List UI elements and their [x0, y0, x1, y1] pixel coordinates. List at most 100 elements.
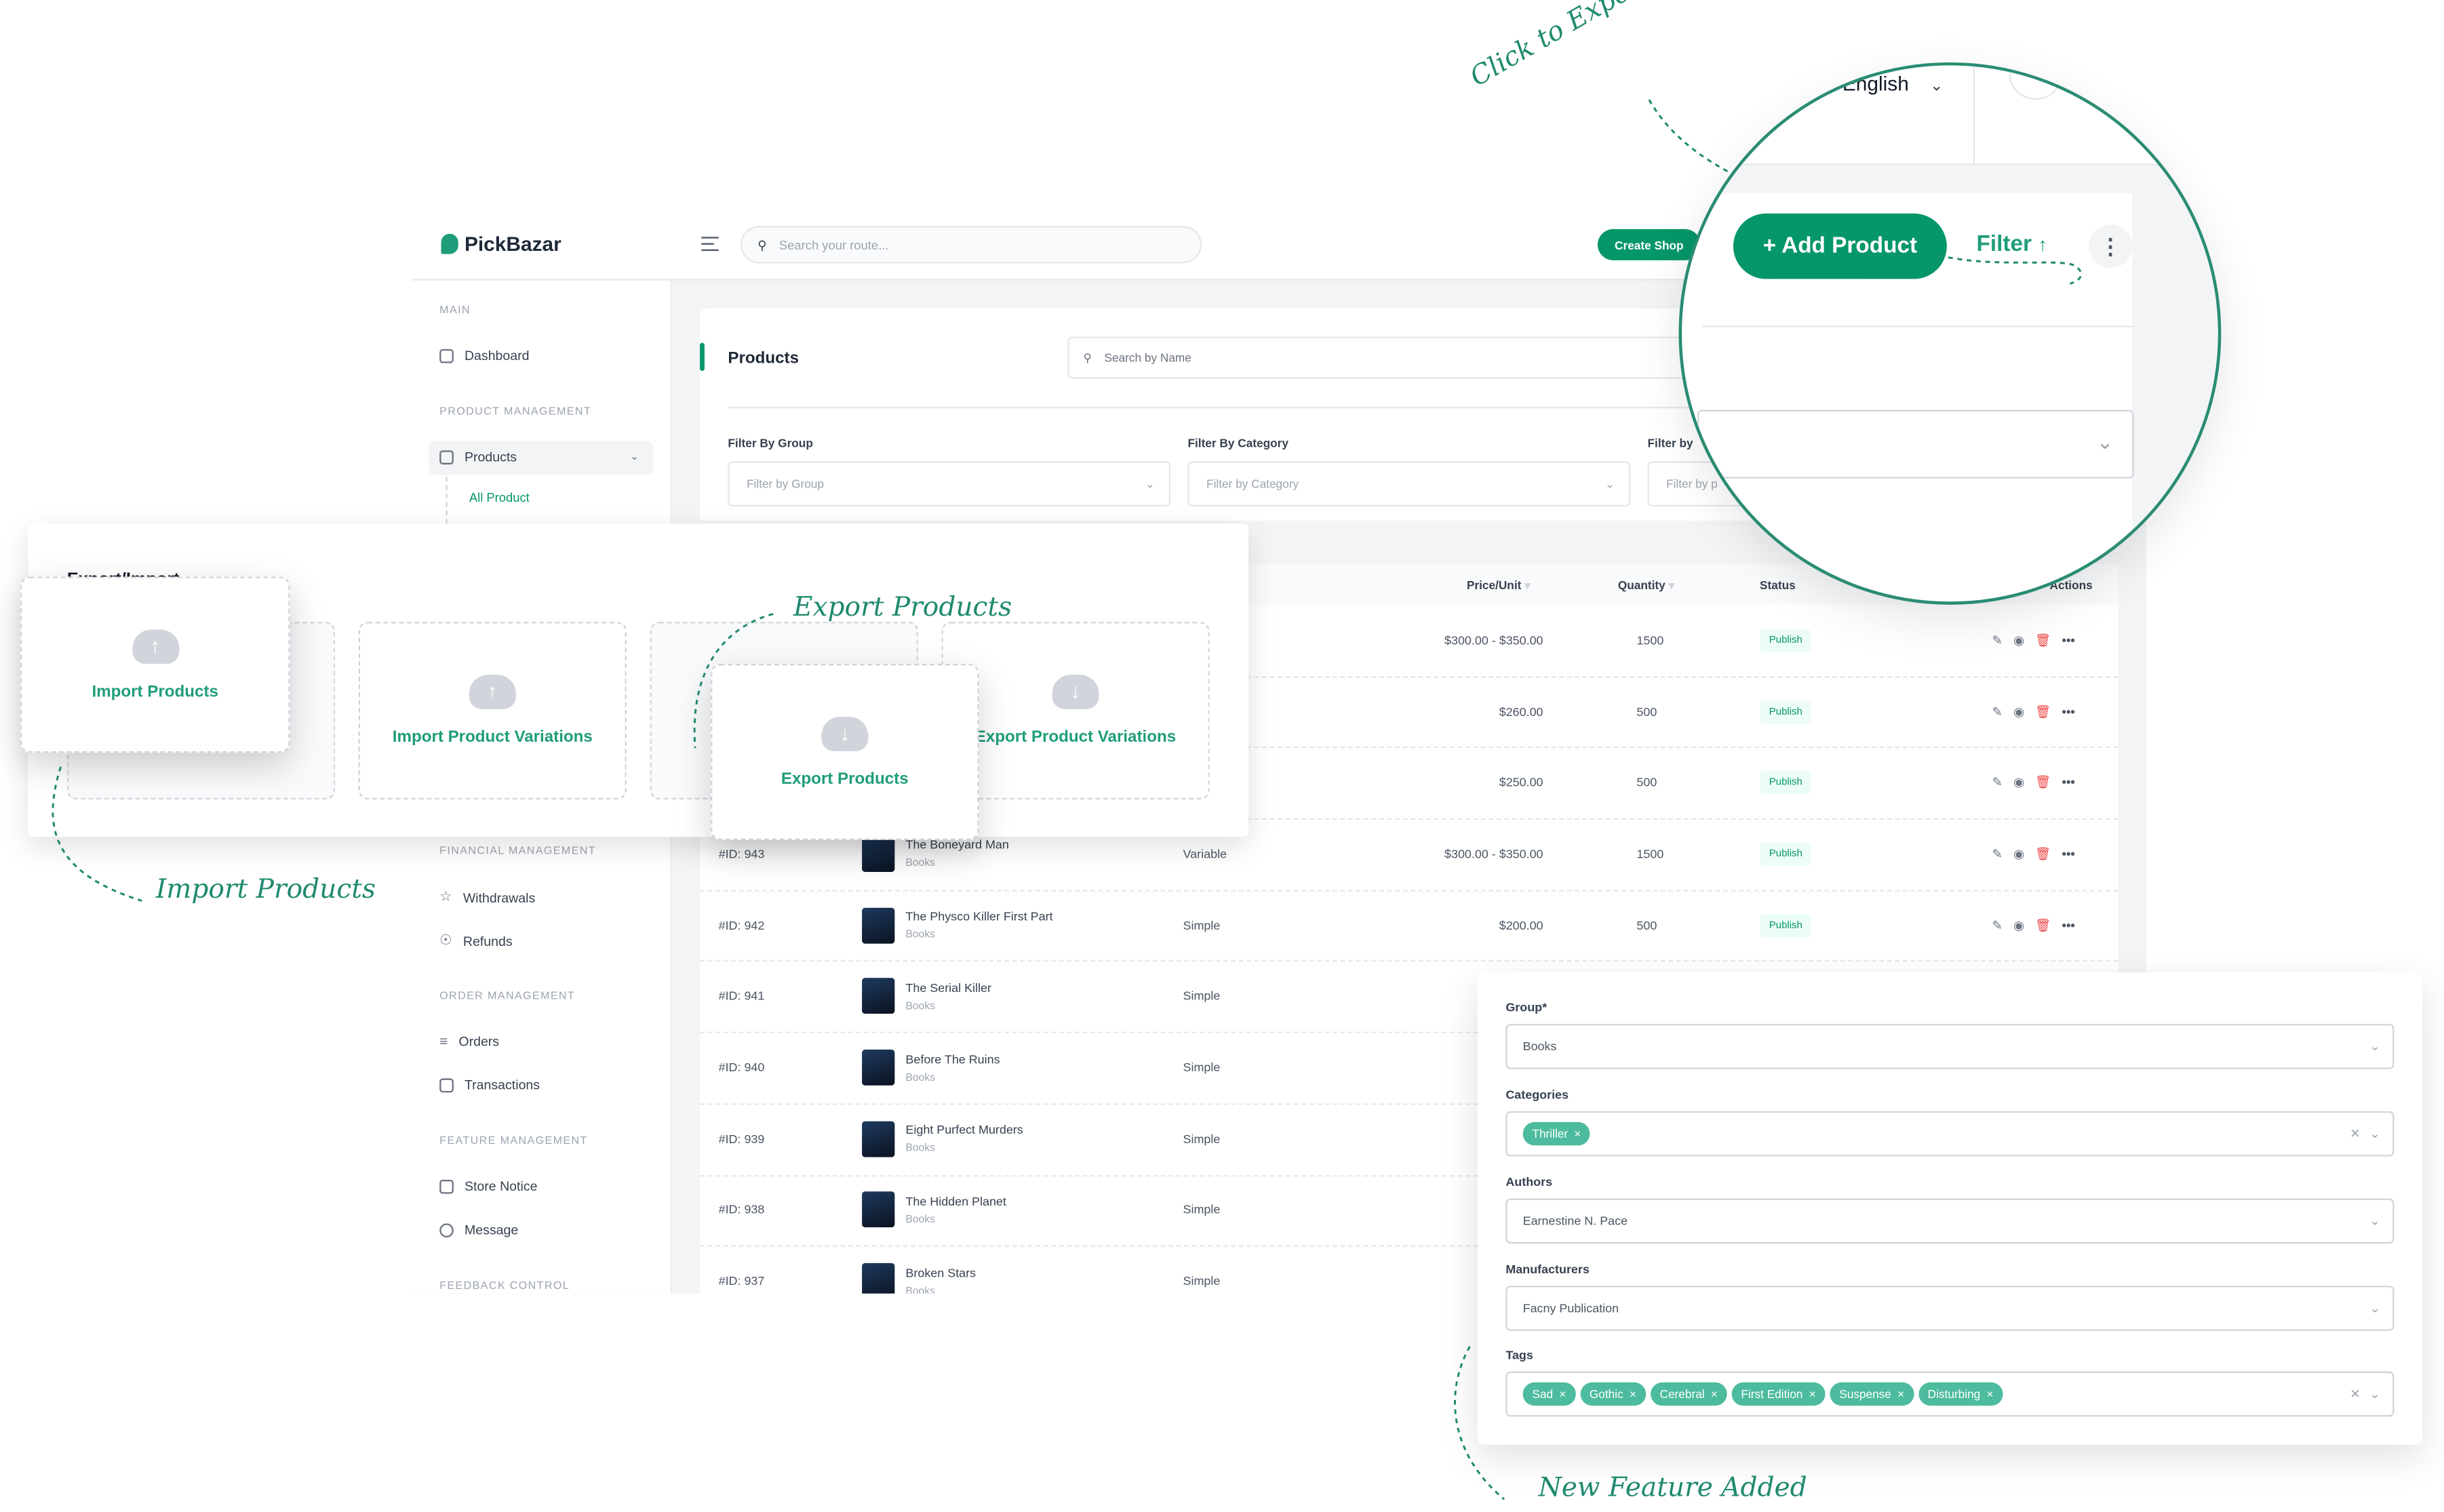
manufacturers-value: Facny Publication: [1522, 1301, 1619, 1315]
product-price: $300.00 - $350.00: [1444, 847, 1543, 861]
tags-select[interactable]: Sad × Gothic × Cerebral × First Edition × Suspen…: [1505, 1371, 2394, 1417]
product-cell[interactable]: The Boneyard Man Books: [862, 836, 1009, 872]
product-name: Eight Purfect Murders: [905, 1123, 1023, 1138]
edit-icon[interactable]: ✎: [1992, 918, 2002, 932]
eye-icon[interactable]: ◉: [2013, 847, 2024, 861]
product-cell[interactable]: Before The Ruins Books: [862, 1050, 1000, 1086]
edit-icon[interactable]: ✎: [1992, 847, 2002, 861]
sidebar-item-store-notice[interactable]: Store Notice: [439, 1178, 537, 1194]
eye-icon[interactable]: ◉: [2013, 918, 2024, 932]
hand-coins-icon: ☉: [439, 932, 452, 948]
categories-chips: Thriller ×: [1522, 1121, 1595, 1146]
tags-chips: Sad × Gothic × Cerebral × First Edition × Suspen…: [1522, 1382, 2008, 1406]
product-cell[interactable]: The Physco Killer First Part Books: [862, 907, 1053, 943]
edit-icon[interactable]: ✎: [1992, 776, 2002, 790]
language-select[interactable]: English ⌄: [1842, 72, 1944, 95]
more-icon[interactable]: •••: [2062, 918, 2075, 932]
more-icon[interactable]: •••: [2062, 704, 2075, 719]
remove-chip-icon[interactable]: ×: [1711, 1387, 1718, 1401]
authors-select[interactable]: Earnestine N. Pace ⌄: [1505, 1198, 2394, 1244]
th-quantity[interactable]: Quantity ▾: [1618, 578, 1674, 593]
sidebar-item-products[interactable]: Products ⌄: [439, 449, 639, 464]
group-select[interactable]: Books ⌄: [1505, 1024, 2394, 1069]
more-icon[interactable]: •••: [2062, 776, 2075, 790]
eye-icon[interactable]: ◉: [2013, 633, 2024, 648]
product-thumbnail: [862, 1192, 895, 1229]
card-label: Export Products: [781, 769, 909, 788]
chevron-down-icon: ⌄: [2369, 1039, 2380, 1054]
trash-icon[interactable]: 🗑: [2035, 847, 2051, 861]
product-category: Books: [905, 1072, 935, 1083]
remove-chip-icon[interactable]: ×: [1630, 1387, 1636, 1401]
manufacturers-select[interactable]: Facny Publication ⌄: [1505, 1286, 2394, 1331]
import-products-card[interactable]: ↑ Import Products: [20, 576, 290, 753]
filter-category-select[interactable]: Filter by Category ⌄: [1187, 461, 1631, 507]
remove-chip-icon[interactable]: ×: [1574, 1127, 1581, 1141]
sidebar-item-message[interactable]: Message: [439, 1222, 518, 1237]
trash-icon[interactable]: 🗑: [2035, 704, 2051, 719]
cloud-upload-icon: ↑: [469, 675, 516, 709]
search-by-name-input[interactable]: ⚲ Search by Name: [1067, 336, 1722, 379]
filter-group-label: Filter By Group: [728, 436, 813, 451]
more-icon[interactable]: •••: [2062, 633, 2075, 648]
status-badge: Publish: [1760, 700, 1812, 723]
product-thumbnail: [862, 1121, 895, 1157]
product-name: The Physco Killer First Part: [905, 909, 1053, 924]
clear-icon[interactable]: ✕: [2350, 1127, 2360, 1141]
edit-icon[interactable]: ✎: [1992, 633, 2002, 648]
th-price[interactable]: Price/Unit ▾: [1467, 578, 1531, 593]
sidebar-item-withdrawals[interactable]: ☆ Withdrawals: [439, 888, 535, 905]
trash-icon[interactable]: 🗑: [2035, 633, 2051, 648]
filter-select-zoomed[interactable]: [1697, 410, 2134, 479]
product-attributes-form: Group* Books ⌄ Categories Thriller × ✕ ⌄ Aut…: [1477, 972, 2422, 1445]
remove-chip-icon[interactable]: ×: [1559, 1387, 1566, 1401]
remove-chip-icon[interactable]: ×: [1897, 1387, 1904, 1401]
sort-icon: ▾: [1668, 578, 1675, 593]
product-cell[interactable]: Broken Stars Books: [862, 1263, 977, 1294]
product-thumbnail: [862, 978, 895, 1014]
sidebar-subitem-all-product[interactable]: All Product: [469, 491, 530, 505]
product-name: The Hidden Planet: [905, 1194, 1006, 1209]
more-icon[interactable]: •••: [2062, 847, 2075, 861]
product-cell[interactable]: The Serial Killer Books: [862, 978, 991, 1014]
th-quantity-label: Quantity: [1617, 578, 1666, 593]
eye-icon[interactable]: ◉: [2013, 704, 2024, 719]
edit-icon[interactable]: ✎: [1992, 704, 2002, 719]
menu-toggle-icon[interactable]: [701, 237, 719, 251]
sidebar-item-transactions[interactable]: Transactions: [439, 1077, 540, 1092]
add-product-button[interactable]: + Add Product: [1733, 213, 1947, 279]
row-actions: ✎ ◉ 🗑 •••: [1992, 847, 2074, 861]
import-product-variations-card[interactable]: ↑ Import Product Variations: [358, 622, 627, 800]
table-row[interactable]: #ID: 942 The Physco Killer First Part Book…: [700, 890, 2118, 963]
sidebar-item-dashboard[interactable]: Dashboard: [439, 348, 530, 363]
sidebar-item-orders[interactable]: ≡ Orders: [439, 1033, 499, 1049]
product-type: Simple: [1183, 1203, 1221, 1217]
logo[interactable]: PickBazar: [441, 232, 561, 256]
route-search-input[interactable]: ⚲ Search your route...: [740, 226, 1202, 264]
manufacturers-label: Manufacturers: [1505, 1262, 1590, 1277]
clear-icon[interactable]: ✕: [2350, 1387, 2360, 1401]
export-product-variations-card[interactable]: ↓ Export Product Variations: [941, 622, 1210, 800]
product-thumbnail: [862, 907, 895, 943]
group-label: Group*: [1505, 1000, 1548, 1015]
authors-label: Authors: [1505, 1175, 1553, 1189]
product-id: #ID: 937: [718, 1274, 765, 1289]
trash-icon[interactable]: 🗑: [2035, 776, 2051, 790]
chip-label: Cerebral: [1659, 1387, 1705, 1401]
product-name: Broken Stars: [905, 1265, 977, 1280]
remove-chip-icon[interactable]: ×: [1986, 1387, 1993, 1401]
chip: First Edition ×: [1731, 1382, 1826, 1406]
list-ordered-icon: ≡: [439, 1033, 448, 1049]
filter-group-select[interactable]: Filter by Group ⌄: [728, 461, 1171, 507]
product-cell[interactable]: The Hidden Planet Books: [862, 1192, 1006, 1229]
categories-select[interactable]: Thriller × ✕ ⌄: [1505, 1111, 2394, 1157]
trash-icon[interactable]: 🗑: [2035, 918, 2051, 932]
product-cell[interactable]: Eight Purfect Murders Books: [862, 1121, 1023, 1157]
magnifier-callout: English ⌄ + Add Product Filter ↑ ⋮ ⌄: [1678, 62, 2222, 605]
product-category: Books: [905, 1143, 935, 1155]
product-name: The Boneyard Man: [905, 838, 1009, 853]
annotation-arrow-new-feature: [1454, 1346, 1505, 1500]
eye-icon[interactable]: ◉: [2013, 776, 2024, 790]
sidebar-item-refunds[interactable]: ☉ Refunds: [439, 932, 512, 949]
remove-chip-icon[interactable]: ×: [1809, 1387, 1816, 1401]
